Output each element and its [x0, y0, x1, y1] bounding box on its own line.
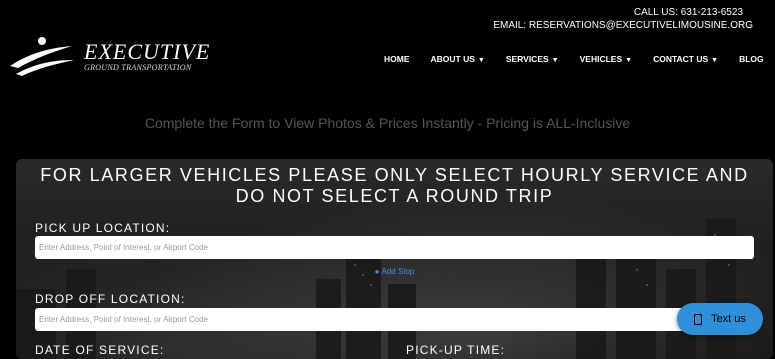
pickup-location-input[interactable]	[35, 236, 754, 259]
pickup-location-label: PICK UP LOCATION:	[35, 221, 171, 235]
logo-title: EXECUTIVE	[84, 39, 211, 64]
text-us-button[interactable]: Text us	[677, 303, 763, 335]
chevron-down-icon: ▼	[551, 57, 559, 64]
chevron-down-icon: ▼	[711, 57, 719, 64]
site-logo[interactable]: EXECUTIVE GROUND TRANSPORTATION	[8, 34, 211, 78]
chevron-down-icon: ▼	[625, 57, 633, 64]
contact-info: CALL US: 631-213-6523 EMAIL: RESERVATION…	[493, 6, 753, 32]
add-stop-link[interactable]: ● Add Stop	[16, 267, 773, 276]
nav-services[interactable]: SERVICES ▼	[506, 54, 559, 64]
booking-form-panel: FOR LARGER VEHICLES PLEASE ONLY SELECT H…	[16, 159, 773, 359]
pickup-time-label: PICK-UP TIME:	[406, 343, 506, 357]
chevron-down-icon: ▼	[477, 57, 485, 64]
logo-subtitle: GROUND TRANSPORTATION	[84, 63, 192, 72]
page-tagline: Complete the Form to View Photos & Price…	[144, 115, 631, 131]
phone-line[interactable]: CALL US: 631-213-6523	[493, 6, 743, 19]
date-of-service-label: DATE OF SERVICE:	[35, 343, 165, 357]
nav-contact-us[interactable]: CONTACT US ▼	[653, 54, 718, 64]
map-pin-icon: ●	[374, 267, 380, 276]
nav-home[interactable]: HOME	[384, 54, 410, 64]
nav-blog[interactable]: BLOG	[739, 54, 764, 64]
nav-vehicles[interactable]: VEHICLES ▼	[580, 54, 632, 64]
large-vehicle-warning: FOR LARGER VEHICLES PLEASE ONLY SELECT H…	[40, 165, 749, 206]
main-nav: HOME ABOUT US ▼ SERVICES ▼ VEHICLES ▼ CONTA…	[384, 54, 775, 64]
nav-about-us[interactable]: ABOUT US ▼	[431, 54, 485, 64]
dropoff-location-label: DROP OFF LOCATION:	[35, 292, 186, 306]
mobile-phone-icon	[694, 313, 703, 325]
logo-swoosh-icon	[10, 37, 74, 76]
email-line[interactable]: EMAIL: RESERVATIONS@EXECUTIVELIMOUSINE.O…	[493, 19, 753, 32]
dropoff-location-input[interactable]	[35, 308, 754, 331]
